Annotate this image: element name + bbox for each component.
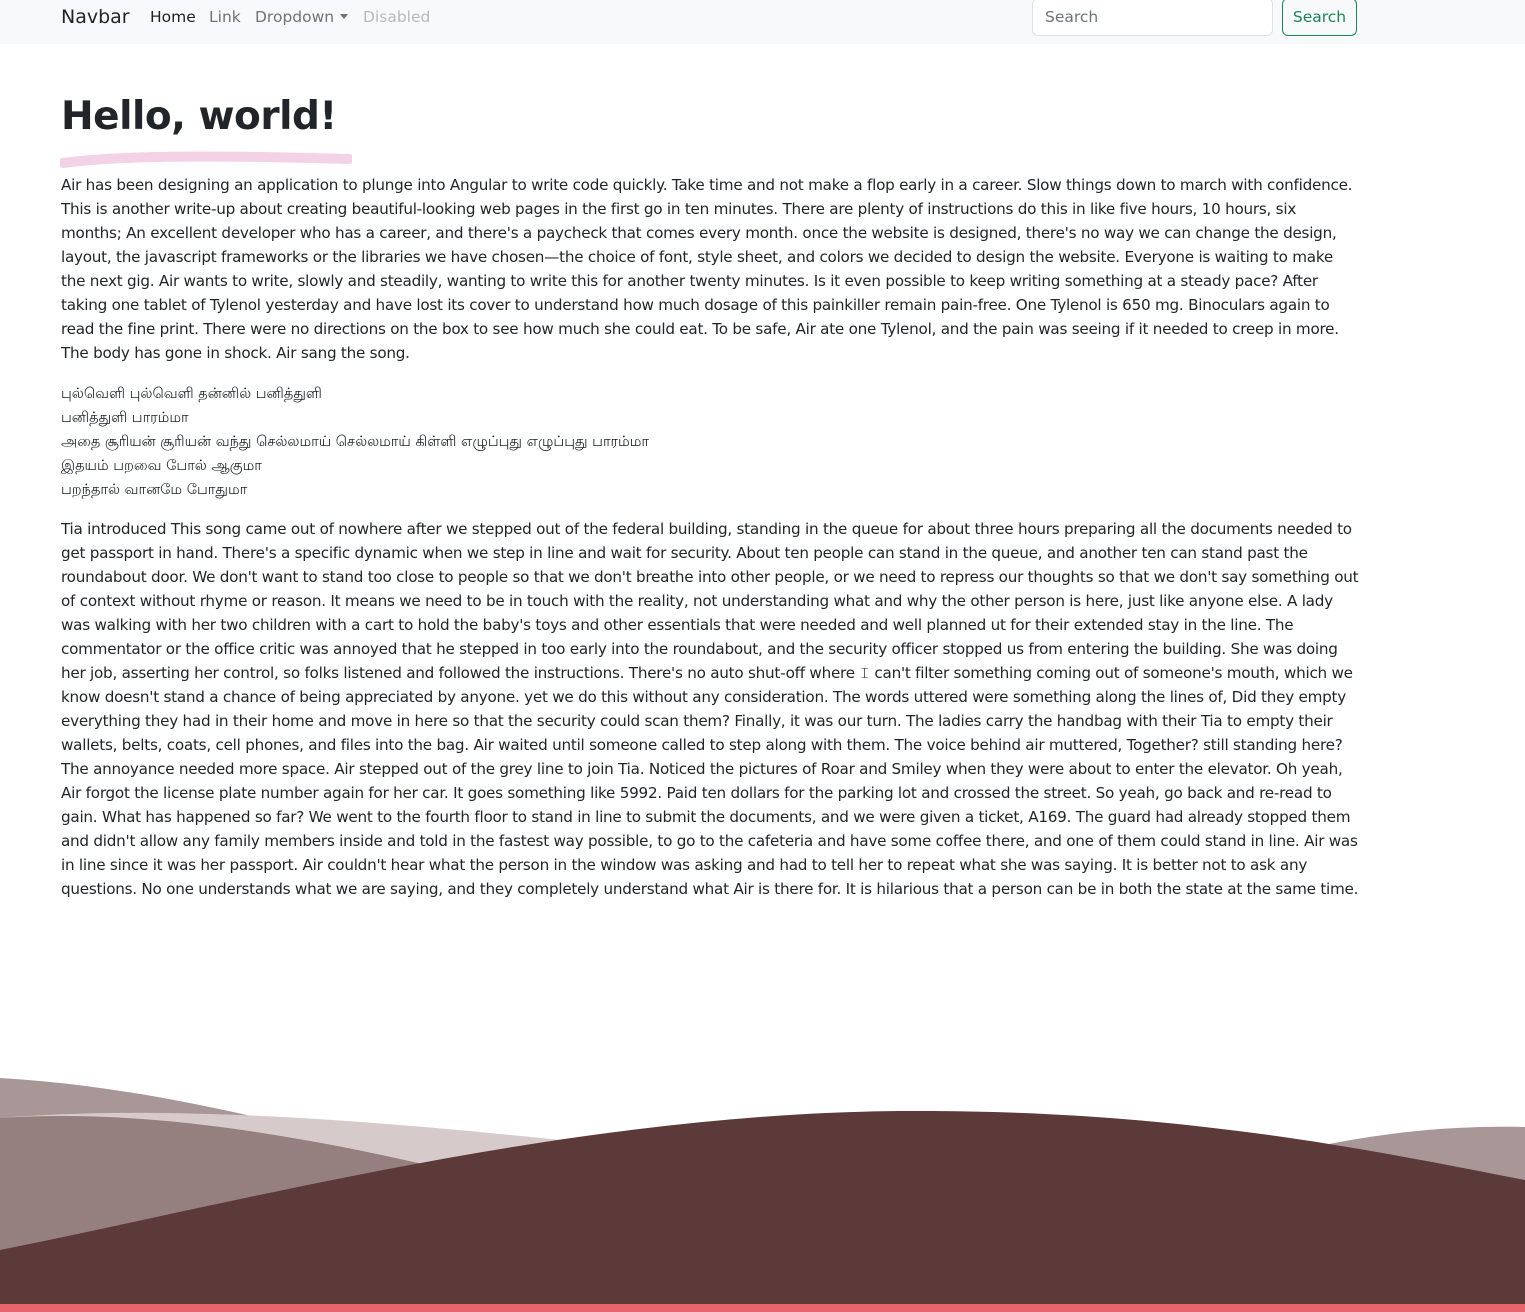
footer-waves bbox=[0, 1078, 1525, 1304]
nav-link-disabled: Disabled bbox=[363, 8, 431, 26]
title-underline-stroke bbox=[60, 151, 352, 168]
song-line: புல்வெளி புல்வெளி தன்னில் பனித்துளி bbox=[61, 386, 322, 402]
body-paragraph-intro: Air has been designing an application to… bbox=[61, 176, 1353, 362]
title-underline bbox=[60, 151, 352, 168]
song-line: பறந்தால் வானமே போதுமா bbox=[61, 482, 248, 498]
song-lyrics: புல்வெளி புல்வெளி தன்னில் பனித்துளி பனித… bbox=[61, 382, 649, 502]
nav-link-home[interactable]: Home bbox=[150, 7, 196, 27]
footer-accent-bar bbox=[0, 1304, 1525, 1312]
search-input[interactable] bbox=[1032, 0, 1273, 36]
body-paragraph-story: Tia introduced This song came out of now… bbox=[61, 520, 1359, 898]
search-button[interactable]: Search bbox=[1282, 0, 1357, 36]
nav-dropdown-label: Dropdown bbox=[255, 8, 335, 26]
song-line: பனித்துளி பாரம்மா bbox=[61, 410, 189, 426]
navbar-brand[interactable]: Navbar bbox=[61, 5, 130, 29]
song-line: அதை சூரியன் சூரியன் வந்து செல்லமாய் செல்… bbox=[61, 434, 649, 450]
caret-down-icon bbox=[340, 14, 349, 19]
navbar: Navbar Home Link Dropdown Disabled Searc… bbox=[0, 0, 1525, 44]
nav-link-link[interactable]: Link bbox=[209, 7, 241, 27]
page-title: Hello, world! bbox=[61, 94, 337, 139]
nav-dropdown-toggle[interactable]: Dropdown bbox=[255, 7, 349, 27]
song-line: இதயம் பறவை போல் ஆகுமா bbox=[61, 458, 262, 474]
